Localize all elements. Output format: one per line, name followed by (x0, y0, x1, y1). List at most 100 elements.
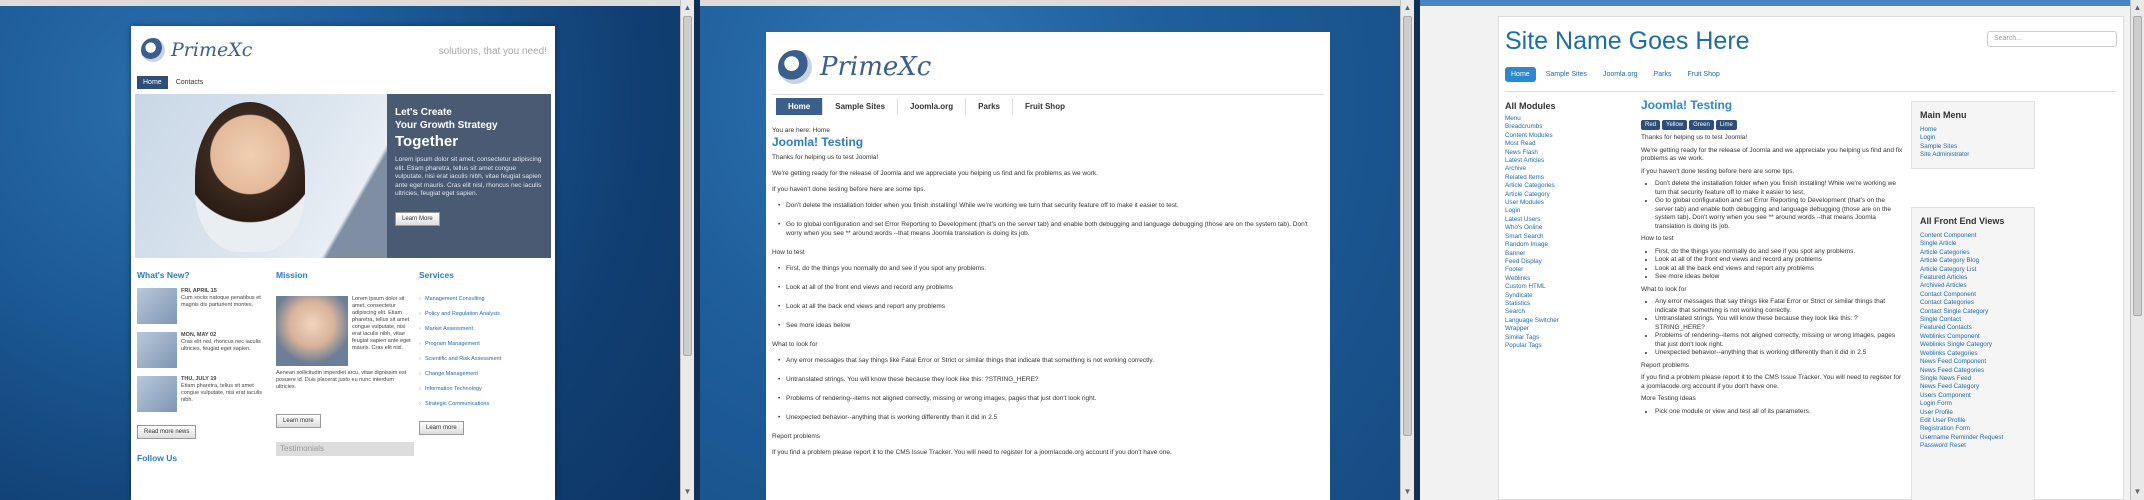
service-link[interactable]: Strategic Communications (419, 401, 549, 408)
hero-learn-more-button[interactable]: Learn More (395, 211, 440, 226)
front-end-link[interactable]: Username Reminder Request (1920, 434, 2026, 442)
module-link[interactable]: Feed Display (1505, 258, 1625, 266)
module-link[interactable]: Content Modules (1505, 132, 1625, 140)
main-menu-link[interactable]: Login (1920, 134, 2026, 142)
module-link[interactable]: Breadcrumbs (1505, 123, 1625, 131)
scroll-up-icon[interactable]: ▲ (1403, 2, 1412, 14)
module-link[interactable]: Login (1505, 207, 1625, 215)
nav-sample-sites[interactable]: Sample Sites (823, 98, 899, 115)
module-link[interactable]: Article Categories (1505, 182, 1625, 190)
module-link[interactable]: Weblinks (1505, 275, 1625, 283)
main-menu-link[interactable]: Home (1920, 126, 2026, 134)
front-end-link[interactable]: News Feed Categories (1920, 367, 2026, 375)
front-end-link[interactable]: Article Categories (1920, 249, 2026, 257)
front-end-link[interactable]: Contact Component (1920, 291, 2026, 299)
front-end-link[interactable]: Contact Single Category (1920, 308, 2026, 316)
site-logo[interactable]: PrimeXc (141, 38, 252, 62)
module-link[interactable]: Syndicate (1505, 292, 1625, 300)
front-end-link[interactable]: Article Category List (1920, 266, 2026, 274)
module-link[interactable]: Random Image (1505, 241, 1625, 249)
scroll-down-icon[interactable]: ▼ (683, 486, 692, 498)
front-end-link[interactable]: Weblinks Component (1920, 333, 2026, 341)
module-link[interactable]: Latest Users (1505, 216, 1625, 224)
nav-contacts[interactable]: Contacts (170, 76, 210, 89)
main-menu-link[interactable]: Site Administrator (1920, 151, 2026, 159)
module-link[interactable]: Wrapper (1505, 325, 1625, 333)
main-menu-link[interactable]: Sample Sites (1920, 143, 2026, 151)
nav-parks[interactable]: Parks (1648, 67, 1678, 82)
nav-fruit-shop[interactable]: Fruit Shop (1013, 98, 1077, 115)
nav-home[interactable]: Home (776, 98, 824, 115)
service-link[interactable]: Management Consulting (419, 296, 549, 303)
front-end-link[interactable]: Registration Form (1920, 425, 2026, 433)
tag-badge[interactable]: Red (1641, 119, 1661, 130)
front-end-link[interactable]: Contact Categories (1920, 299, 2026, 307)
front-end-link[interactable]: Featured Contacts (1920, 324, 2026, 332)
front-end-link[interactable]: Users Component (1920, 392, 2026, 400)
module-link[interactable]: Latest Articles (1505, 157, 1625, 165)
scrollbar-right[interactable]: ▲ ▼ (2130, 0, 2144, 500)
scroll-up-icon[interactable]: ▲ (683, 2, 692, 14)
front-end-link[interactable]: Edit User Profile (1920, 417, 2026, 425)
front-end-link[interactable]: News Feed Component (1920, 358, 2026, 366)
module-link[interactable]: Footer (1505, 266, 1625, 274)
nav-fruit-shop[interactable]: Fruit Shop (1681, 67, 1725, 82)
front-end-link[interactable]: Single Contact (1920, 316, 2026, 324)
module-link[interactable]: Smart Search (1505, 233, 1625, 241)
front-end-link[interactable]: Password Reset (1920, 442, 2026, 450)
mission-learn-more-button[interactable]: Learn more (276, 414, 321, 428)
scroll-down-icon[interactable]: ▼ (2133, 486, 2142, 498)
module-link[interactable]: Who's Online (1505, 224, 1625, 232)
services-learn-more-button[interactable]: Learn more (419, 421, 464, 435)
front-end-link[interactable]: Featured Articles (1920, 274, 2026, 282)
tag-badge[interactable]: Yellow (1662, 119, 1688, 130)
service-link[interactable]: Scientific and Risk Assessment (419, 356, 549, 363)
scroll-down-icon[interactable]: ▼ (1403, 486, 1412, 498)
module-link[interactable]: Similar Tags (1505, 334, 1625, 342)
nav-home[interactable]: Home (1505, 67, 1536, 82)
front-end-link[interactable]: Weblinks Single Category (1920, 341, 2026, 349)
service-link[interactable]: Change Management (419, 371, 549, 378)
scrollbar-middle[interactable]: ▲ ▼ (1400, 0, 1414, 500)
service-link[interactable]: Information Technology (419, 386, 549, 393)
site-title[interactable]: Site Name Goes Here (1505, 27, 1750, 56)
nav-joomla-org[interactable]: Joomla.org (898, 98, 967, 115)
front-end-link[interactable]: Single Article (1920, 240, 2026, 248)
site-logo[interactable]: PrimeXc (778, 50, 931, 84)
module-link[interactable]: Related Items (1505, 174, 1625, 182)
scroll-thumb[interactable] (2133, 16, 2142, 316)
module-link[interactable]: Language Switcher (1505, 317, 1625, 325)
search-input[interactable]: Search... (1987, 31, 2117, 47)
scrollbar-left[interactable]: ▲ ▼ (680, 0, 694, 500)
nav-home[interactable]: Home (137, 76, 168, 89)
front-end-link[interactable]: Content Component (1920, 232, 2026, 240)
nav-sample-sites[interactable]: Sample Sites (1540, 67, 1593, 82)
service-link[interactable]: Policy and Regulation Analysis (419, 311, 549, 318)
nav-parks[interactable]: Parks (966, 98, 1013, 115)
module-link[interactable]: Statistics (1505, 300, 1625, 308)
scroll-thumb[interactable] (1403, 16, 1412, 436)
nav-joomla-org[interactable]: Joomla.org (1597, 67, 1644, 82)
tag-badge[interactable]: Lime (1715, 119, 1737, 130)
scroll-thumb[interactable] (683, 16, 692, 356)
front-end-link[interactable]: Weblinks Categories (1920, 350, 2026, 358)
module-link[interactable]: Popular Tags (1505, 342, 1625, 350)
module-link[interactable]: Article Category (1505, 191, 1625, 199)
front-end-link[interactable]: Archived Articles (1920, 282, 2026, 290)
module-link[interactable]: Menu (1505, 115, 1625, 123)
service-link[interactable]: Market Assessment (419, 326, 549, 333)
module-link[interactable]: Custom HTML (1505, 283, 1625, 291)
tag-badge[interactable]: Green (1689, 119, 1714, 130)
front-end-link[interactable]: Single News Feed (1920, 375, 2026, 383)
module-link[interactable]: User Modules (1505, 199, 1625, 207)
front-end-link[interactable]: News Feed Category (1920, 383, 2026, 391)
service-link[interactable]: Program Management (419, 341, 549, 348)
scroll-up-icon[interactable]: ▲ (2133, 2, 2142, 14)
front-end-link[interactable]: User Profile (1920, 409, 2026, 417)
module-link[interactable]: News Flash (1505, 149, 1625, 157)
module-link[interactable]: Most Read (1505, 140, 1625, 148)
module-link[interactable]: Search (1505, 308, 1625, 316)
front-end-link[interactable]: Article Category Blog (1920, 257, 2026, 265)
module-link[interactable]: Banner (1505, 250, 1625, 258)
front-end-link[interactable]: Login Form (1920, 400, 2026, 408)
